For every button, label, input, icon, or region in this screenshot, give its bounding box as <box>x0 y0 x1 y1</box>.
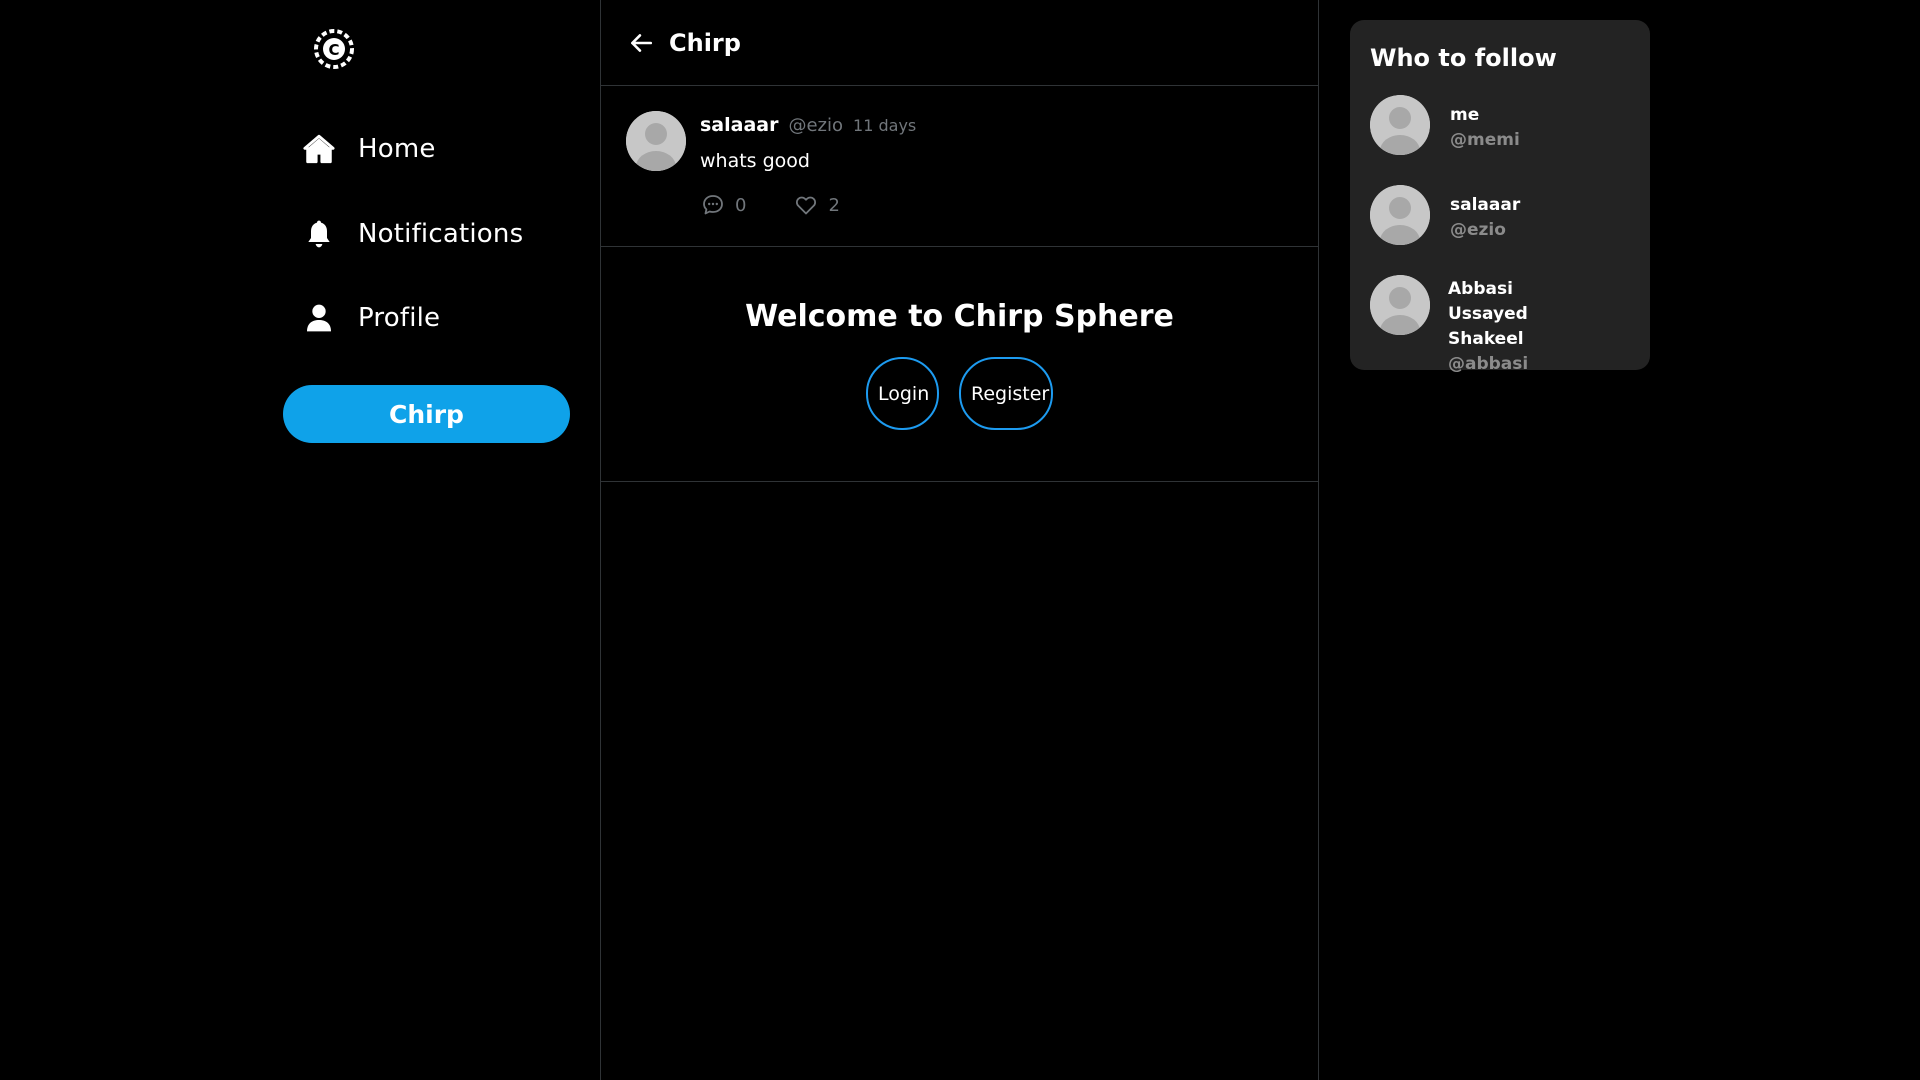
nav-item-home[interactable]: Home <box>300 123 436 175</box>
heart-icon <box>796 196 817 215</box>
post-header: salaaar @ezio 11 days <box>700 114 916 136</box>
suggestion-name: salaaar <box>1450 195 1521 215</box>
post-author[interactable]: salaaar <box>700 114 778 136</box>
suggestion-avatar <box>1370 185 1430 245</box>
follow-suggestion[interactable]: salaaar @ezio <box>1370 185 1640 255</box>
default-avatar-icon <box>1370 95 1430 155</box>
who-to-follow-panel: Who to follow me @memi salaaar @ezio Abb… <box>1350 20 1650 374</box>
suggestion-name-block: me @memi <box>1450 103 1600 153</box>
follow-suggestion[interactable]: Abbasi Ussayed Shakeel @abbasi <box>1370 275 1640 374</box>
default-avatar-icon <box>626 111 686 171</box>
nav-label-profile: Profile <box>358 303 441 333</box>
nav-label-notifications: Notifications <box>358 219 524 249</box>
like-button[interactable]: 2 <box>794 193 840 217</box>
user-icon <box>300 299 338 337</box>
svg-text:C: C <box>328 41 339 59</box>
welcome-title: Welcome to Chirp Sphere <box>745 299 1174 334</box>
bell-icon <box>300 215 338 253</box>
panel-title: Who to follow <box>1370 44 1557 72</box>
page-title: Chirp <box>669 28 741 57</box>
post-handle: @ezio <box>788 115 844 136</box>
like-count: 2 <box>828 194 840 216</box>
logo-icon: C <box>314 29 354 69</box>
comment-icon <box>703 195 723 215</box>
register-button[interactable]: Register <box>959 357 1053 430</box>
suggestion-name-block: salaaar @ezio <box>1450 193 1600 243</box>
post-actions: 0 2 <box>701 193 840 217</box>
suggestion-name: me <box>1450 105 1480 125</box>
home-icon <box>300 130 338 168</box>
welcome-section: Welcome to Chirp Sphere Login Register <box>601 247 1318 482</box>
suggestion-handle: @memi <box>1450 130 1520 150</box>
suggestion-avatar <box>1370 275 1430 335</box>
default-avatar-icon <box>1370 185 1430 245</box>
post-timestamp: 11 days <box>853 116 917 135</box>
login-button[interactable]: Login <box>866 357 939 430</box>
main-header: Chirp <box>601 0 1318 86</box>
auth-buttons: Login Register <box>601 357 1318 430</box>
chirp-button[interactable]: Chirp <box>283 385 570 443</box>
app-logo[interactable]: C <box>311 24 357 74</box>
nav-label-home: Home <box>358 134 436 164</box>
nav-item-profile[interactable]: Profile <box>300 292 440 344</box>
post-avatar[interactable] <box>626 111 686 171</box>
left-sidebar: C Home Notifications Profile Chirp <box>0 0 600 1080</box>
post-text: whats good <box>700 150 810 172</box>
comment-count: 0 <box>735 194 747 216</box>
nav-item-notifications[interactable]: Notifications <box>300 208 523 260</box>
comment-button[interactable]: 0 <box>701 193 746 217</box>
suggestion-name: Abbasi Ussayed Shakeel <box>1448 279 1528 349</box>
back-arrow-icon[interactable] <box>627 29 655 57</box>
follow-suggestion[interactable]: me @memi <box>1370 95 1640 165</box>
default-avatar-icon <box>1370 275 1430 335</box>
suggestion-handle: @ezio <box>1450 220 1506 240</box>
app-root: C Home Notifications Profile Chirp Chirp… <box>0 0 1920 1080</box>
suggestion-handle: @abbasi <box>1448 354 1529 374</box>
suggestion-avatar <box>1370 95 1430 155</box>
suggestion-name-block: Abbasi Ussayed Shakeel @abbasi <box>1448 277 1598 377</box>
